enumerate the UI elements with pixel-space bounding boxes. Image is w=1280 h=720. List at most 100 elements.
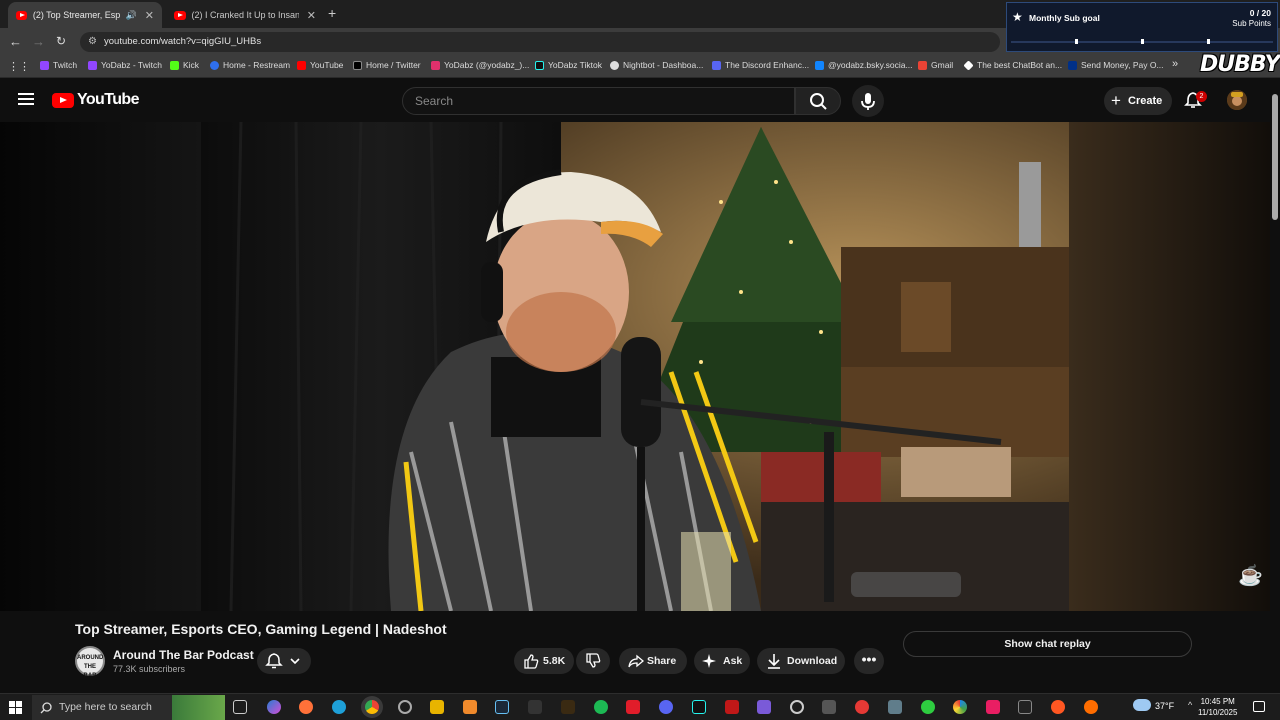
back-arrow-icon[interactable]: ← xyxy=(9,34,22,49)
video-player[interactable] xyxy=(0,122,1270,611)
bookmark-tiktok[interactable]: YoDabz Tiktok xyxy=(535,60,602,70)
video-letterbox-right xyxy=(1069,122,1270,611)
speaker-icon[interactable]: 🔊 xyxy=(126,10,137,21)
cup-icon[interactable]: ☕ xyxy=(1238,563,1263,588)
app-icon[interactable] xyxy=(1084,700,1098,714)
steam-icon[interactable] xyxy=(495,700,509,714)
reload-icon[interactable]: ↻ xyxy=(56,34,66,48)
more-actions-button[interactable]: ••• xyxy=(854,648,884,674)
app-icon[interactable] xyxy=(953,700,967,714)
browser-tab-active[interactable]: (2) Top Streamer, Esports C 🔊 ✕ xyxy=(8,2,162,28)
bell-chevron-icon xyxy=(265,653,300,669)
dubby-logo: DUBBY xyxy=(1200,52,1280,77)
file-explorer-icon[interactable] xyxy=(430,700,444,714)
app-icon[interactable] xyxy=(986,700,1000,714)
subscription-notifications-button[interactable] xyxy=(257,648,311,674)
bookmark-paypal[interactable]: Send Money, Pay O... xyxy=(1068,60,1164,70)
firefox-icon[interactable] xyxy=(299,700,313,714)
bookmark-chatbot[interactable]: The best ChatBot an... xyxy=(963,59,1063,71)
app-icon[interactable] xyxy=(1018,700,1032,714)
bookmark-youtube[interactable]: YouTube xyxy=(297,60,343,70)
bookmark-kick[interactable]: Kick xyxy=(170,60,199,70)
tiktok-icon[interactable] xyxy=(692,700,706,714)
temperature: 37°F xyxy=(1155,701,1175,711)
address-bar[interactable]: ⚙ youtube.com/watch?v=qigGIU_UHBs xyxy=(80,32,1000,52)
app-icon[interactable] xyxy=(725,700,739,714)
weather-cloud-icon[interactable] xyxy=(1133,699,1151,711)
more-bookmarks-button[interactable]: » xyxy=(1172,58,1178,70)
subscriber-count: 77.3K subscribers xyxy=(113,664,186,674)
new-tab-button[interactable]: + xyxy=(328,5,336,21)
account-avatar[interactable] xyxy=(1227,90,1247,110)
windows-start-icon[interactable] xyxy=(9,701,22,714)
bookmark-label: The best ChatBot an... xyxy=(977,60,1063,70)
site-info-icon[interactable]: ⚙ xyxy=(88,32,97,52)
bookmark-label: Home - Restream xyxy=(223,60,291,70)
channel-avatar[interactable]: AROUND THE BAR xyxy=(75,646,105,679)
tab-title: (2) Top Streamer, Esports C xyxy=(32,10,120,20)
bookmark-nightbot[interactable]: Nightbot - Dashboa... xyxy=(610,60,703,70)
notification-center-icon[interactable] xyxy=(1253,701,1265,712)
create-label: Create xyxy=(1128,95,1163,107)
discord-icon[interactable] xyxy=(659,700,673,714)
download-button[interactable]: Download xyxy=(757,648,845,674)
app-icon[interactable] xyxy=(921,700,935,714)
search-highlight-image xyxy=(172,695,225,720)
epic-games-icon[interactable] xyxy=(528,700,542,714)
bookmark-label: YoDabz Tiktok xyxy=(548,60,603,70)
search-button[interactable] xyxy=(795,87,841,115)
bookmark-discord[interactable]: The Discord Enhanc... xyxy=(712,60,809,70)
edge-icon[interactable] xyxy=(332,700,346,714)
bookmark-yodabz-twitch[interactable]: YoDabz - Twitch xyxy=(88,60,162,70)
copilot-icon[interactable] xyxy=(267,700,281,714)
gmail-icon xyxy=(918,60,927,70)
game-icon[interactable] xyxy=(561,700,575,714)
app-icon[interactable] xyxy=(626,700,640,714)
voice-search-button[interactable] xyxy=(852,85,884,117)
ask-button[interactable]: Ask xyxy=(694,648,750,674)
bookmark-twitch[interactable]: Twitch xyxy=(40,60,77,70)
close-tab-icon[interactable]: ✕ xyxy=(307,9,316,22)
star-icon: ★ xyxy=(1012,10,1023,24)
obs-icon[interactable] xyxy=(398,700,412,714)
app-icon[interactable] xyxy=(822,700,836,714)
video-frame[interactable] xyxy=(201,122,1069,611)
app-icon[interactable] xyxy=(855,700,869,714)
spotify-icon[interactable] xyxy=(594,700,608,714)
browser-tab[interactable]: (2) I Cranked It Up to Insane N ✕ xyxy=(166,2,324,28)
scrollbar-thumb[interactable] xyxy=(1272,94,1278,220)
ask-label: Ask xyxy=(723,655,743,667)
create-button[interactable]: + Create xyxy=(1104,87,1172,115)
bookmark-label: Home / Twitter xyxy=(366,60,421,70)
apps-grid-icon[interactable]: ⋮⋮ xyxy=(8,60,30,73)
download-label: Download xyxy=(787,655,838,667)
bookmark-gmail[interactable]: Gmail xyxy=(918,60,953,70)
app-icon[interactable] xyxy=(463,700,477,714)
bookmark-bluesky[interactable]: @yodabz.bsky.socia... xyxy=(815,60,913,70)
forward-arrow-icon[interactable]: → xyxy=(32,34,45,49)
hamburger-menu-icon[interactable] xyxy=(18,93,34,105)
close-tab-icon[interactable]: ✕ xyxy=(145,9,154,22)
bookmark-restream[interactable]: Home - Restream xyxy=(210,60,290,70)
bookmark-instagram[interactable]: YoDabz (@yodabz_)... xyxy=(431,60,529,70)
dislike-button[interactable] xyxy=(576,648,610,674)
share-button[interactable]: Share xyxy=(619,648,687,674)
feather-icon[interactable] xyxy=(757,700,771,714)
bookmark-label: YoDabz - Twitch xyxy=(101,60,162,70)
app-icon[interactable] xyxy=(1051,700,1065,714)
bookmark-twitter[interactable]: Home / Twitter xyxy=(353,60,421,70)
app-icon[interactable] xyxy=(888,700,902,714)
video-title: Top Streamer, Esports CEO, Gaming Legend… xyxy=(75,621,447,637)
system-clock[interactable]: 10:45 PM 11/10/2025 xyxy=(1198,696,1237,718)
task-view-icon[interactable] xyxy=(233,700,247,714)
settings-gear-icon[interactable] xyxy=(790,700,804,714)
taskbar-search-input[interactable]: Type here to search xyxy=(32,695,225,720)
channel-name[interactable]: Around The Bar Podcast xyxy=(113,648,254,662)
youtube-logo[interactable]: YouTube xyxy=(52,91,139,109)
show-chat-replay-button[interactable]: Show chat replay xyxy=(903,631,1192,657)
chevron-up-icon[interactable]: ^ xyxy=(1188,700,1192,710)
like-button[interactable]: 5.8K xyxy=(514,648,574,674)
search-input[interactable]: Search xyxy=(402,87,795,115)
discord-icon xyxy=(712,60,721,70)
chrome-icon[interactable] xyxy=(365,700,379,714)
